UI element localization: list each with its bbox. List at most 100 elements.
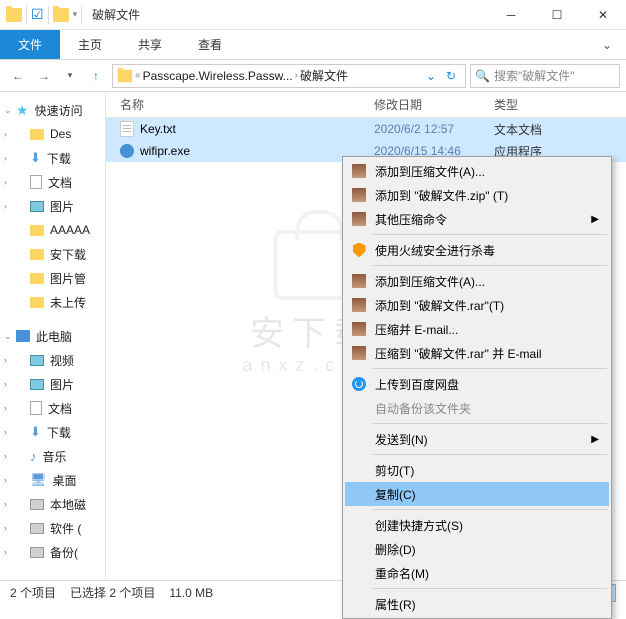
breadcrumb[interactable]: « Passcape.Wireless.Passw... › 破解文件 ⌄ ↻ [112,64,466,88]
minimize-button[interactable]: ─ [488,0,534,30]
status-size: 11.0 MB [169,586,213,600]
tab-file[interactable]: 文件 [0,30,60,59]
menu-compress-email[interactable]: 压缩并 E-mail... [345,317,609,341]
menu-add-rar[interactable]: 添加到 "破解文件.rar"(T) [345,293,609,317]
music-icon: ♪ [30,449,37,464]
chevron-right-icon: ▶ [591,214,599,225]
chevron-right-icon[interactable]: › [4,177,7,187]
sidebar-item[interactable]: ›⬇下载 [0,146,105,170]
sidebar-item[interactable]: ›Des [0,122,105,146]
close-button[interactable]: ✕ [580,0,626,30]
menu-cut[interactable]: 剪切(T) [345,458,609,482]
sidebar-item[interactable]: 安下载 [0,242,105,266]
sidebar-item[interactable]: ›图片 [0,194,105,218]
download-icon: ⬇ [30,150,41,166]
folder-icon [30,273,44,284]
folder-icon[interactable] [53,8,69,22]
menu-add-archive2[interactable]: 添加到压缩文件(A)... [345,269,609,293]
chevron-right-icon[interactable]: › [295,70,298,81]
tab-home[interactable]: 主页 [60,30,120,59]
menu-separator [373,234,607,235]
sidebar-item[interactable]: ›⬇下载 [0,420,105,444]
sidebar-item[interactable]: AAAAA [0,218,105,242]
chevron-right-icon[interactable]: › [4,129,7,139]
crumb-parent[interactable]: Passcape.Wireless.Passw... [143,69,293,83]
forward-button[interactable]: → [32,64,56,88]
window-title: 破解文件 [92,6,140,23]
up-button[interactable]: ↑ [84,64,108,88]
chevron-right-icon[interactable]: › [4,153,7,163]
menu-rename[interactable]: 重命名(M) [345,561,609,585]
nav-arrows: ← → ▾ ↑ [6,64,108,88]
chevron-right-icon[interactable]: « [135,70,141,81]
chevron-right-icon[interactable]: › [4,547,7,557]
maximize-button[interactable]: ☐ [534,0,580,30]
menu-other-compress[interactable]: 其他压缩命令▶ [345,207,609,231]
status-selected: 已选择 2 个项目 [70,584,155,601]
menu-create-shortcut[interactable]: 创建快捷方式(S) [345,513,609,537]
tab-view[interactable]: 查看 [180,30,240,59]
sidebar-item[interactable]: ›♪音乐 [0,444,105,468]
chevron-right-icon[interactable]: › [4,355,7,365]
sidebar-item[interactable]: ›本地磁 [0,492,105,516]
sidebar-item[interactable]: ›软件 ( [0,516,105,540]
tab-share[interactable]: 共享 [120,30,180,59]
document-icon [30,175,42,189]
menu-baidu-upload[interactable]: 上传到百度网盘 [345,372,609,396]
chevron-right-icon: ▶ [591,434,599,445]
sidebar-item[interactable]: ›图片 [0,372,105,396]
crumb-current[interactable]: 破解文件 [300,67,348,84]
sidebar-item[interactable]: ›备份( [0,540,105,564]
chevron-right-icon[interactable]: › [4,379,7,389]
archive-icon [352,298,366,312]
col-header-date[interactable]: 修改日期 [374,96,494,113]
sidebar-item[interactable]: 未上传 [0,290,105,314]
sidebar-item[interactable]: ›文档 [0,170,105,194]
sidebar-item[interactable]: ›文档 [0,396,105,420]
sidebar-item[interactable]: ›视频 [0,348,105,372]
refresh-icon[interactable]: ↻ [441,65,461,87]
search-input[interactable]: 🔍 搜索"破解文件" [470,64,620,88]
status-item-count: 2 个项目 [10,584,56,601]
menu-compress-rar-email[interactable]: 压缩到 "破解文件.rar" 并 E-mail [345,341,609,365]
chevron-right-icon[interactable]: › [4,499,7,509]
qat-dropdown-icon[interactable]: ▾ [73,9,78,20]
chevron-down-icon[interactable]: ⌄ [4,331,12,342]
sidebar-quick-access[interactable]: ⌄ ★ 快速访问 [0,98,105,122]
archive-icon [352,274,366,288]
ribbon-expand-button[interactable]: ⌄ [588,30,626,59]
menu-properties[interactable]: 属性(R) [345,592,609,616]
ribbon-tabs: 文件 主页 共享 查看 ⌄ [0,30,626,60]
menu-auto-backup: 自动备份该文件夹 [345,396,609,420]
context-menu: 添加到压缩文件(A)... 添加到 "破解文件.zip" (T) 其他压缩命令▶… [342,156,612,619]
back-button[interactable]: ← [6,64,30,88]
check-icon[interactable]: ☑ [31,6,44,23]
col-header-type[interactable]: 类型 [494,96,626,113]
sidebar-item[interactable]: 图片管 [0,266,105,290]
txt-file-icon [120,121,134,137]
chevron-right-icon[interactable]: › [4,427,7,437]
column-headers: 名称 修改日期 类型 [106,92,626,118]
menu-separator [373,509,607,510]
menu-add-archive[interactable]: 添加到压缩文件(A)... [345,159,609,183]
sidebar-item[interactable]: ›🖥桌面 [0,468,105,492]
chevron-right-icon[interactable]: › [4,403,7,413]
menu-copy[interactable]: 复制(C) [345,482,609,506]
menu-huorong-scan[interactable]: 使用火绒安全进行杀毒 [345,238,609,262]
chevron-right-icon[interactable]: › [4,475,7,485]
chevron-down-icon[interactable]: ⌄ [4,105,12,116]
menu-delete[interactable]: 删除(D) [345,537,609,561]
history-dropdown[interactable]: ▾ [58,64,82,88]
chevron-right-icon[interactable]: › [4,201,7,211]
quick-access-toolbar: ☑ ▾ [0,6,88,24]
file-row[interactable]: Key.txt 2020/6/2 12:57 文本文档 [106,118,626,140]
pictures-icon [30,379,44,390]
sidebar-this-pc[interactable]: ⌄ 此电脑 [0,324,105,348]
menu-add-zip[interactable]: 添加到 "破解文件.zip" (T) [345,183,609,207]
chevron-right-icon[interactable]: › [4,451,7,461]
address-dropdown-icon[interactable]: ⌄ [421,65,441,87]
menu-send-to[interactable]: 发送到(N)▶ [345,427,609,451]
col-header-name[interactable]: 名称 [106,96,374,113]
folder-icon [30,249,44,260]
chevron-right-icon[interactable]: › [4,523,7,533]
